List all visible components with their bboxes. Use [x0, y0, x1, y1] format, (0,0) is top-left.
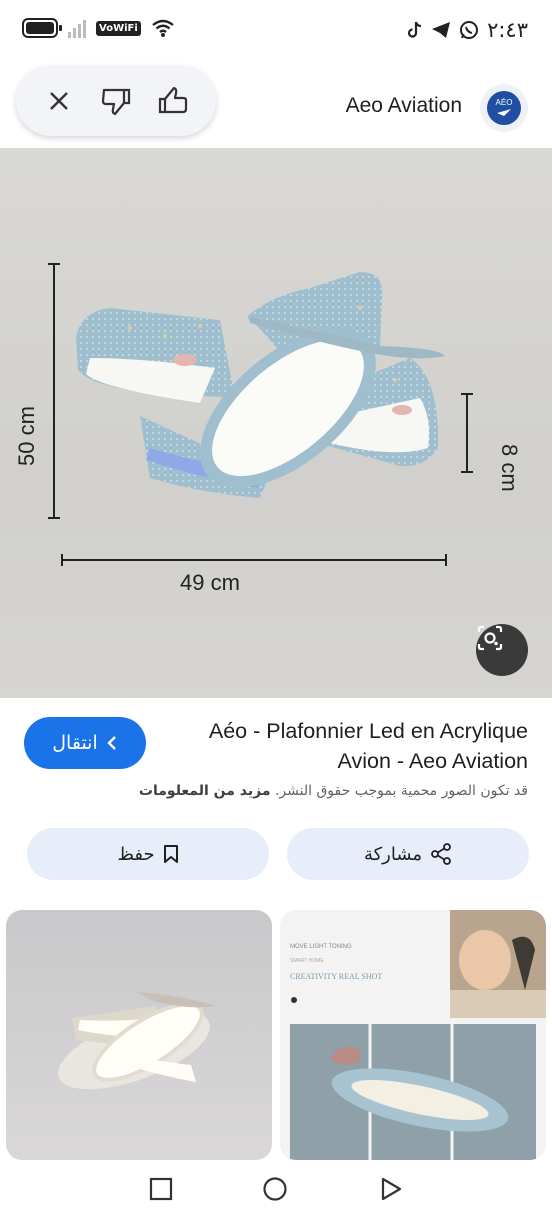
home-button[interactable] — [262, 1176, 288, 1202]
lens-camera-icon — [477, 625, 503, 651]
copyright-text: قد تكون الصور محمية بموجب حقوق النشر. — [274, 783, 528, 799]
thumbs-down-icon — [101, 88, 131, 116]
thumbs-down-button[interactable] — [96, 81, 136, 121]
clock-time: ٢:٤٣ — [487, 18, 528, 42]
visit-button[interactable]: انتقال — [24, 717, 146, 769]
save-button[interactable]: حفظ — [27, 828, 269, 880]
more-info-link[interactable]: مزيد من المعلومات — [139, 783, 271, 799]
share-button-label: مشاركة — [363, 843, 423, 865]
dimension-height-label: 50 cm — [14, 406, 39, 466]
airplane-lamp-illustration — [48, 263, 473, 566]
thumbs-up-icon — [159, 86, 188, 114]
back-button[interactable] — [378, 1176, 404, 1202]
visit-button-label: انتقال — [52, 732, 98, 754]
close-button[interactable] — [39, 81, 79, 121]
related-heading-3: CREATIVITY REAL SHOT — [290, 972, 383, 981]
site-name[interactable]: Aeo Aviation — [346, 94, 462, 118]
copyright-notice: قد تكون الصور محمية بموجب حقوق النشر. مز… — [28, 783, 528, 799]
whatsapp-icon — [460, 21, 479, 39]
signal-icon — [68, 18, 86, 38]
site-logo[interactable]: AÉO — [480, 84, 528, 132]
telegram-icon — [432, 22, 451, 38]
related-heading-1: MOVE LIGHT TONING — [290, 944, 352, 950]
network-badge: VoWiFi — [96, 20, 141, 36]
share-button[interactable]: مشاركة — [287, 828, 529, 880]
share-icon — [431, 843, 451, 865]
related-heading-2: SMART HOME — [290, 958, 324, 964]
site-logo-text: AÉO — [495, 98, 513, 107]
status-bar: VoWiFi ٢:٤٣ — [0, 0, 552, 62]
lens-search-button[interactable] — [476, 624, 528, 676]
battery-icon — [22, 18, 62, 38]
dimension-width-label: 49 cm — [180, 570, 240, 595]
bookmark-icon — [163, 845, 178, 863]
chevron-left-icon — [107, 736, 116, 750]
main-product-image[interactable]: 50 cm 8 cm 49 cm — [0, 148, 552, 698]
save-button-label: حفظ — [117, 843, 155, 865]
airplane-icon — [497, 109, 511, 116]
result-title[interactable]: Aéo - Plafonnier Led en Acrylique Avion … — [168, 716, 528, 776]
related-image-2[interactable]: MOVE LIGHT TONING SMART HOME CREATIVITY … — [280, 910, 546, 1160]
recents-button[interactable] — [148, 1176, 174, 1202]
related-lamp-illustration-1 — [58, 992, 216, 1090]
feedback-pill — [16, 66, 216, 136]
related-image-1[interactable] — [6, 910, 272, 1160]
wifi-icon — [152, 19, 174, 37]
dimension-depth-label: 8 cm — [497, 444, 522, 492]
close-icon — [49, 92, 68, 110]
tiktok-icon — [408, 21, 422, 38]
thumbs-up-button[interactable] — [153, 81, 193, 121]
system-nav-bar — [0, 1160, 552, 1218]
